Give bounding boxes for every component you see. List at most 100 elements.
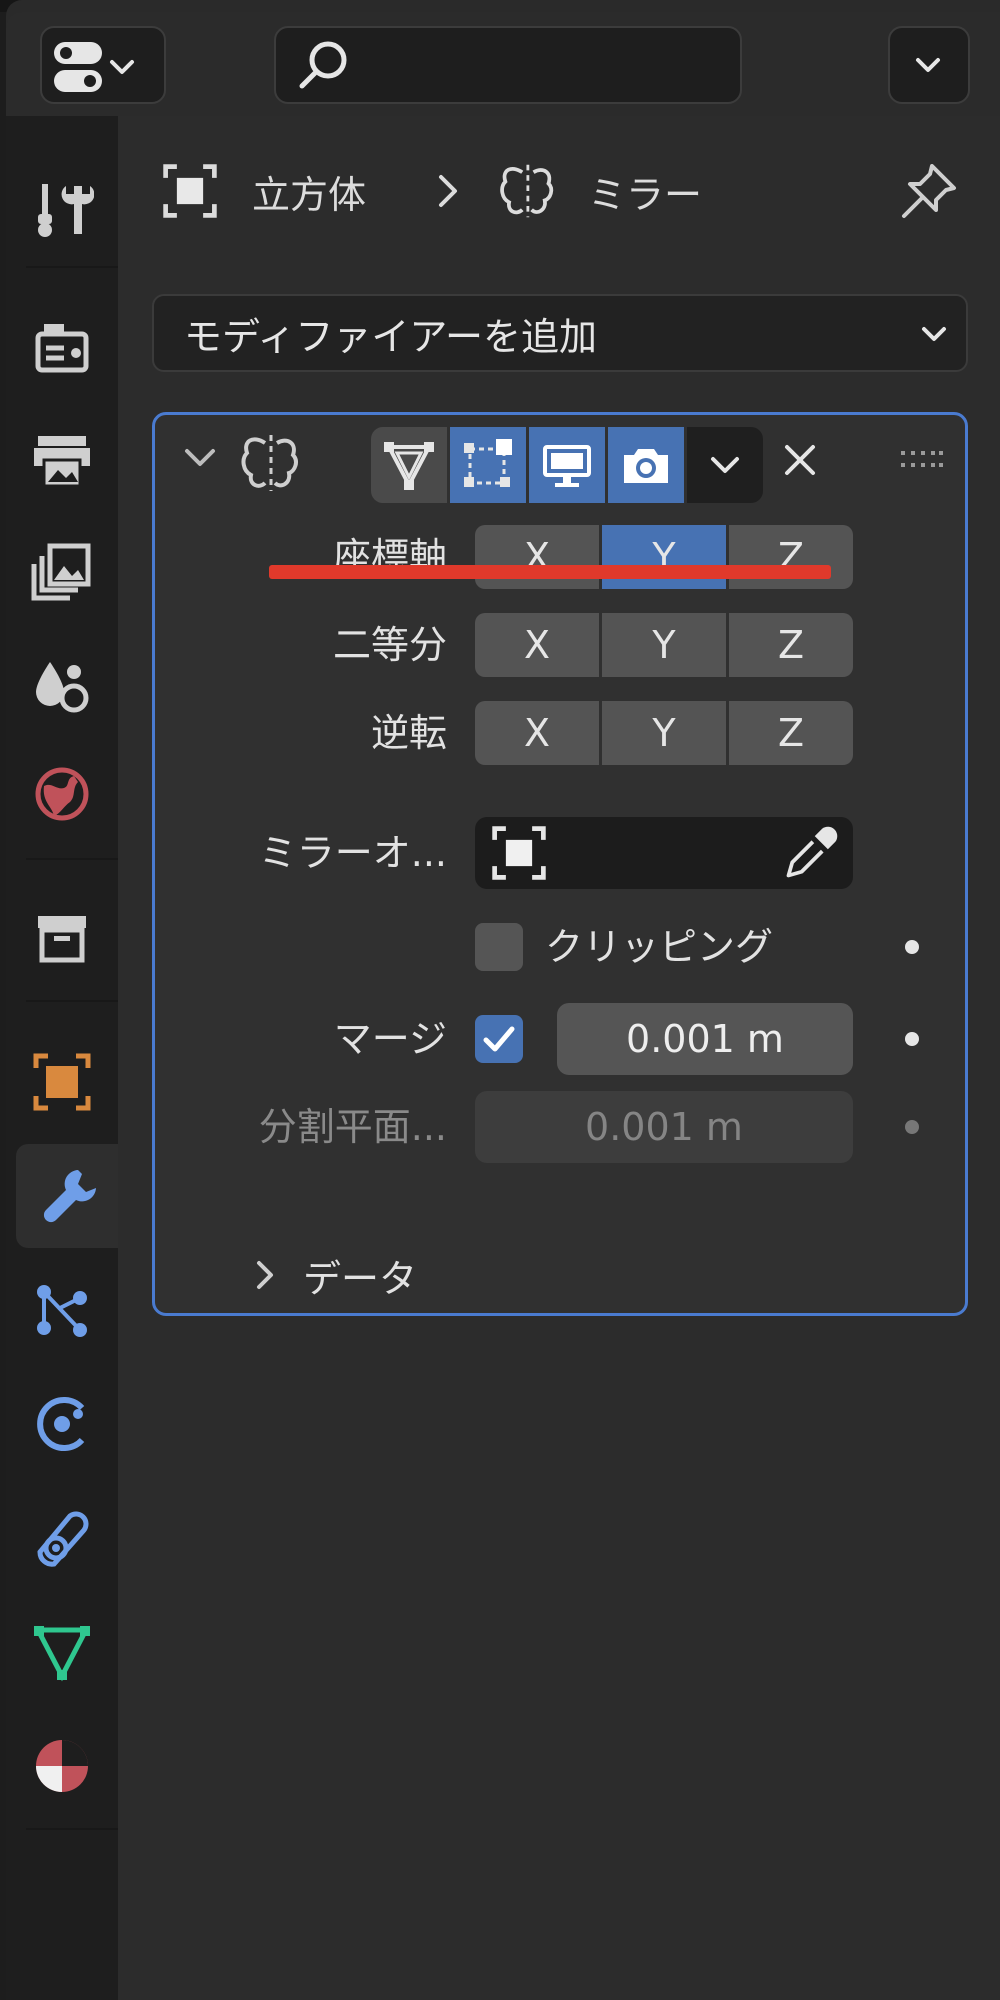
render-camera-back-icon (35, 324, 89, 373)
object-icon (158, 159, 222, 223)
remove-modifier-close-icon[interactable] (775, 435, 825, 485)
axis-y-button[interactable]: Y (602, 525, 726, 589)
particles-icon (37, 1285, 87, 1337)
tool-wrench-screwdriver-icon (38, 184, 94, 237)
mirror-modifier-icon (494, 159, 558, 223)
mirror-modifier-panel: 座標軸 X Y Z 二等分 X Y Z 逆転 X Y Z ミラーオ... クリッ… (152, 412, 968, 1316)
on-cage-toggle[interactable] (371, 427, 447, 503)
tab-tool[interactable] (6, 158, 118, 262)
flip-y-button[interactable]: Y (602, 701, 726, 765)
physics-icon (37, 1397, 85, 1451)
annotation-underline (269, 565, 831, 579)
mirror-object-field[interactable] (475, 817, 853, 889)
tab-physics[interactable] (6, 1372, 118, 1476)
search-input[interactable] (274, 26, 742, 104)
chevron-down-icon (110, 60, 134, 74)
axis-x-button[interactable]: X (475, 525, 599, 589)
scene-icon (36, 662, 89, 713)
axis-row: 座標軸 X Y Z (155, 521, 971, 593)
chevron-right-icon (428, 171, 468, 211)
modifier-wrench-icon (43, 1170, 96, 1223)
bisect-x-button[interactable]: X (475, 613, 599, 677)
flip-x-button[interactable]: X (475, 701, 599, 765)
clipping-checkbox[interactable] (475, 923, 523, 971)
data-subpanel-header[interactable]: データ (247, 1245, 417, 1305)
breadcrumb-object-label: 立方体 (252, 172, 367, 217)
breadcrumb-modifier-label: ミラー (588, 172, 703, 217)
merge-distance-field[interactable]: 0.001 m (557, 1003, 853, 1075)
eyedropper-icon[interactable] (781, 823, 841, 883)
modifier-properties: 立方体 ミラー モディファイアーを追加 座標軸 X Y Z 二等分 X Y Z … (118, 116, 1000, 2000)
flip-label: 逆転 (370, 711, 447, 755)
modifier-extras-dropdown[interactable] (687, 427, 763, 503)
chevron-down-icon (711, 457, 739, 473)
bisect-distance-row: 分割平面... 0.001 m (155, 1087, 971, 1167)
clipping-label: クリッピング (545, 925, 774, 969)
object-icon (33, 1053, 91, 1111)
mesh-data-icon (33, 1626, 91, 1682)
mirror-modifier-icon (241, 435, 298, 491)
keyframe-dot-icon[interactable] (905, 1120, 919, 1134)
tab-separator (26, 266, 122, 268)
data-subpanel-label: データ (303, 1256, 418, 1301)
clipping-row: クリッピング (155, 909, 971, 985)
tab-constraints[interactable] (6, 1486, 118, 1590)
axis-label: 座標軸 (332, 535, 447, 579)
keyframe-dot-icon[interactable] (905, 940, 919, 954)
flip-z-button[interactable]: Z (729, 701, 853, 765)
properties-editor-icon (54, 42, 134, 92)
tab-view-layer[interactable] (6, 520, 118, 624)
flip-toggle-group: X Y Z (475, 701, 853, 765)
tab-collection[interactable] (6, 886, 118, 990)
render-toggle[interactable] (608, 427, 684, 503)
object-icon (492, 826, 546, 880)
mirror-object-row: ミラーオ... (155, 813, 971, 893)
chevron-down-icon (916, 58, 940, 72)
flip-row: 逆転 X Y Z (155, 697, 971, 769)
bisect-z-button[interactable]: Z (729, 613, 853, 677)
tab-particles[interactable] (6, 1258, 118, 1362)
chevron-down-icon (922, 327, 946, 341)
bisect-distance-field[interactable]: 0.001 m (475, 1091, 853, 1163)
tab-world[interactable] (6, 742, 118, 846)
checkmark-icon (483, 1026, 515, 1052)
tab-material[interactable] (6, 1714, 118, 1818)
options-dropdown[interactable] (888, 26, 970, 104)
realtime-viewport-toggle[interactable] (529, 427, 605, 503)
tab-render[interactable] (6, 296, 118, 400)
tab-separator (26, 1000, 122, 1002)
tab-output[interactable] (6, 408, 118, 512)
bisect-y-button[interactable]: Y (602, 613, 726, 677)
material-icon (36, 1740, 88, 1792)
tab-data[interactable] (6, 1600, 118, 1704)
editor-header (6, 12, 1000, 116)
bisect-row: 二等分 X Y Z (155, 609, 971, 681)
keyframe-dot-icon[interactable] (905, 1032, 919, 1046)
monitor-icon (543, 445, 591, 487)
merge-checkbox[interactable] (475, 1015, 523, 1063)
camera-icon (624, 449, 668, 483)
axis-toggle-group: X Y Z (475, 525, 853, 589)
add-modifier-dropdown[interactable]: モディファイアーを追加 (152, 294, 968, 372)
collapse-chevron-icon[interactable] (179, 437, 221, 479)
bisect-label: 二等分 (332, 623, 447, 667)
collection-box-icon (38, 916, 86, 963)
tab-scene[interactable] (6, 632, 118, 736)
mirror-object-label: ミラーオ... (258, 831, 447, 875)
edit-mode-icon (464, 439, 512, 487)
search-icon (299, 41, 347, 89)
add-modifier-label: モディファイアーを追加 (184, 314, 598, 359)
drag-handle-icon[interactable] (899, 445, 943, 475)
view-layer-images-icon (31, 543, 91, 601)
chevron-right-icon (257, 1261, 273, 1289)
editor-type-selector[interactable] (40, 26, 166, 104)
breadcrumb: 立方体 ミラー (158, 156, 702, 226)
edit-mode-toggle[interactable] (450, 427, 526, 503)
mesh-vertices-icon (384, 442, 434, 490)
axis-z-button[interactable]: Z (729, 525, 853, 589)
bisect-toggle-group: X Y Z (475, 613, 853, 677)
tab-object[interactable] (6, 1030, 118, 1134)
tab-modifiers[interactable] (16, 1144, 124, 1248)
output-printer-icon (34, 436, 90, 488)
pin-icon[interactable] (896, 160, 960, 224)
